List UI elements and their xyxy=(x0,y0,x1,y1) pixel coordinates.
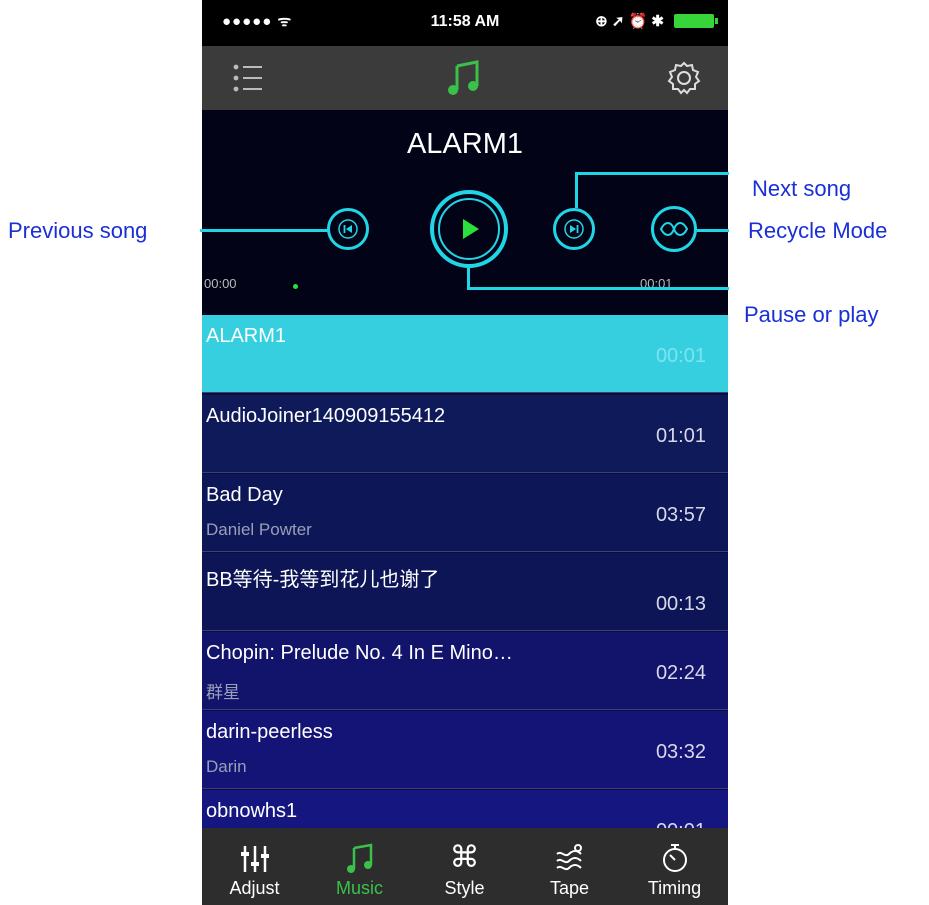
song-duration: 01:01 xyxy=(655,425,706,447)
song-title: ALARM1 xyxy=(206,325,287,347)
status-icons: ⊕ ➚ ⏰ ✱ xyxy=(595,12,718,30)
previous-icon xyxy=(338,219,358,239)
song-row-6[interactable]: darin-peerless Darin 03:32 xyxy=(202,711,728,789)
callout-line-play-h xyxy=(467,287,729,290)
song-title: Chopin: Prelude No. 4 In E Mino… xyxy=(206,642,513,664)
status-system-icons: ⊕ ➚ ⏰ ✱ xyxy=(595,13,664,30)
song-title: BB等待-我等到花儿也谢了 xyxy=(206,569,440,591)
tab-label: Adjust xyxy=(229,878,280,898)
song-artist: 群星 xyxy=(206,683,240,702)
callout-line-previous xyxy=(200,229,328,232)
song-row-1[interactable]: ALARM1 00:01 xyxy=(202,315,728,393)
nav-bar xyxy=(202,46,728,110)
player-panel: ALARM1 00:00 00:01 xyxy=(202,110,728,315)
music-note-icon xyxy=(344,828,376,874)
callout-line-next-v xyxy=(575,172,578,208)
play-pause-button[interactable] xyxy=(430,190,508,268)
next-song-button[interactable] xyxy=(553,208,595,250)
song-row-4[interactable]: BB等待-我等到花儿也谢了 00:13 xyxy=(202,553,728,631)
tab-tape[interactable]: Tape xyxy=(517,828,622,905)
callout-line-next-h xyxy=(575,172,729,175)
tab-style[interactable]: ⌘ Style xyxy=(412,828,517,905)
tab-label: Music xyxy=(335,878,383,898)
callout-line-recycle xyxy=(697,229,729,232)
annotation-pause-play: Pause or play xyxy=(744,302,879,327)
song-duration: 03:57 xyxy=(655,504,706,526)
song-row-5[interactable]: Chopin: Prelude No. 4 In E Mino… 群星 02:2… xyxy=(202,632,728,710)
tab-label: Tape xyxy=(549,878,590,898)
settings-gear-icon[interactable] xyxy=(660,54,708,102)
song-duration: 00:01 xyxy=(655,345,706,367)
phone-screen: ●●●●● ᯤ 11:58 AM ⊕ ➚ ⏰ ✱ ALARM1 00:00 00… xyxy=(202,0,728,905)
tab-bar: Adjust Music ⌘ Style Tape Timing xyxy=(202,828,728,905)
annotation-recycle-mode: Recycle Mode xyxy=(748,218,888,243)
command-key-icon: ⌘ xyxy=(449,841,480,874)
play-icon xyxy=(463,219,479,239)
music-note-icon xyxy=(441,54,489,102)
play-button-inner xyxy=(438,198,500,260)
annotation-previous-song: Previous song xyxy=(8,218,148,243)
now-playing-title: ALARM1 xyxy=(406,128,524,160)
tab-label: Style xyxy=(444,878,485,898)
song-title: obnowhs1 xyxy=(206,800,298,822)
song-duration: 02:24 xyxy=(655,662,706,684)
equalizer-icon xyxy=(239,828,271,874)
elapsed-time: 00:00 xyxy=(204,276,237,291)
status-bar: ●●●●● ᯤ 11:58 AM ⊕ ➚ ⏰ ✱ xyxy=(202,0,728,46)
next-icon xyxy=(564,219,584,239)
song-title: Bad Day xyxy=(206,484,283,506)
tab-music[interactable]: Music xyxy=(307,828,412,905)
tab-adjust[interactable]: Adjust xyxy=(202,828,307,905)
song-artist: Darin xyxy=(206,757,247,776)
song-title: darin-peerless xyxy=(206,721,333,743)
annotation-next-song: Next song xyxy=(752,176,852,201)
previous-song-button[interactable] xyxy=(327,208,369,250)
song-duration: 00:13 xyxy=(655,593,706,615)
tab-label: Timing xyxy=(647,878,702,898)
tape-waves-icon xyxy=(554,828,586,874)
song-list: ALARM1 00:01 AudioJoiner140909155412 01:… xyxy=(202,315,728,868)
song-row-3[interactable]: Bad Day Daniel Powter 03:57 xyxy=(202,474,728,552)
progress-indicator[interactable] xyxy=(293,284,298,289)
stopwatch-icon xyxy=(659,828,691,874)
battery-icon xyxy=(674,14,718,28)
song-duration: 03:32 xyxy=(655,741,706,763)
tab-timing[interactable]: Timing xyxy=(622,828,727,905)
song-title: AudioJoiner140909155412 xyxy=(206,405,446,427)
recycle-mode-button[interactable] xyxy=(651,206,697,252)
shuffle-loop-icon xyxy=(659,222,689,236)
song-artist: Daniel Powter xyxy=(206,520,312,539)
list-menu-icon[interactable] xyxy=(224,54,272,102)
song-row-2[interactable]: AudioJoiner140909155412 01:01 xyxy=(202,395,728,473)
